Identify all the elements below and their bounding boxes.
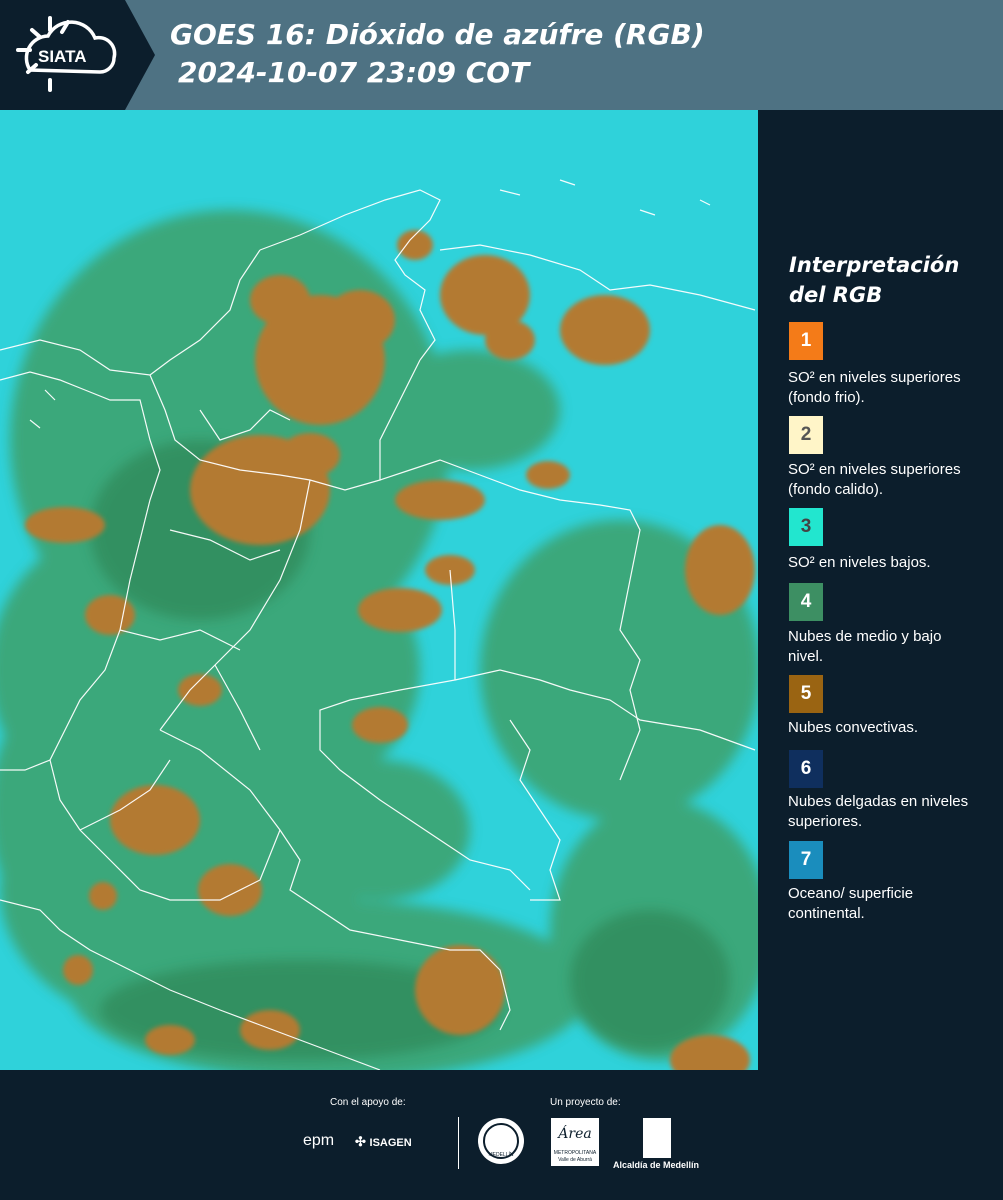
legend-swatch-3: 3 [789,508,823,546]
legend-label-3: SO² en niveles bajos. [788,554,931,571]
legend-swatch-4: 4 [789,583,823,621]
legend-swatch-6: 6 [789,750,823,788]
medellin-seal-logo: MEDELLÍN [478,1118,524,1164]
legend-label-4: Nubes de medio y bajo nivel. [788,628,942,665]
alcaldia-shield-icon [643,1118,671,1158]
isagen-icon: ✣ [355,1134,370,1149]
siata-logo: SIATA [0,0,160,110]
footer-bar: Con el apoyo de: Un proyecto de: epm ✣ I… [0,1070,1003,1200]
legend-label-1: SO² en niveles superiores (fondo frio). [788,369,961,406]
support-label: Con el apoyo de: [330,1097,406,1108]
legend-swatch-1: 1 [789,322,823,360]
isagen-logo: ✣ ISAGEN [355,1134,412,1149]
legend-label-6: Nubes delgadas en niveles superiores. [788,793,969,830]
legend-label-2: SO² en niveles superiores (fondo calido)… [788,461,961,498]
legend-swatch-7: 7 [789,841,823,879]
title-timestamp: 2024-10-07 23:09 COT [178,56,530,89]
logo-text: SIATA [38,47,86,66]
alcaldia-label: Alcaldía de Medellín [613,1160,700,1170]
satellite-image [0,110,758,1070]
legend-title: Interpretación del RGB [789,253,960,307]
project-label: Un proyecto de: [550,1097,621,1108]
epm-logo: epm [303,1132,335,1149]
header-bar: SIATA GOES 16: Dióxido de azúfre (RGB) 2… [0,0,1003,110]
footer-divider [458,1117,459,1169]
legend-label-7: Oceano/ superficie continental. [788,885,914,922]
area-metropolitana-logo: Área METROPOLITANA Valle de Aburrá [551,1118,599,1166]
legend-swatch-2: 2 [789,416,823,454]
page-title: GOES 16: Dióxido de azúfre (RGB) 2024-10… [170,16,705,92]
legend-label-5: Nubes convectivas. [788,719,919,736]
legend-swatch-5: 5 [789,675,823,713]
legend-panel: Interpretación del RGB 1 SO² en niveles … [760,110,1003,1070]
title-product: GOES 16: Dióxido de azúfre (RGB) [170,18,705,51]
